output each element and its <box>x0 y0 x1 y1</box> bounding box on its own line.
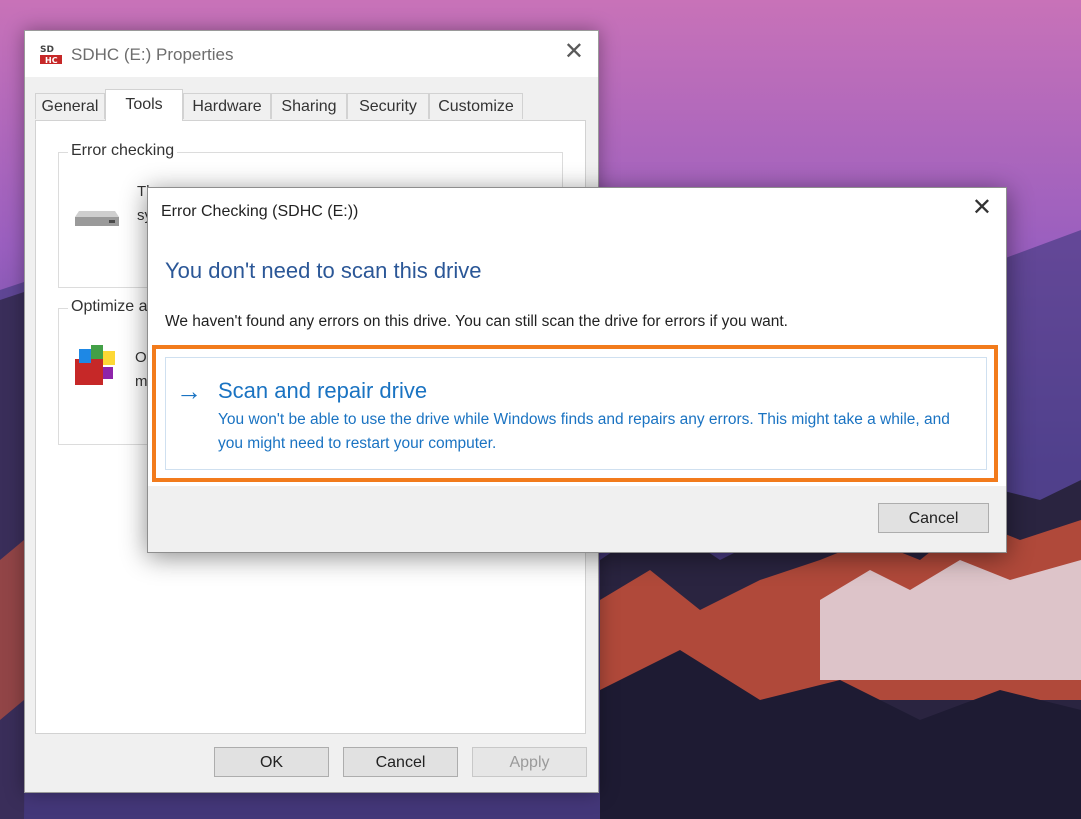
cancel-button[interactable]: Cancel <box>343 747 458 777</box>
optimize-label: Optimize a <box>68 298 151 316</box>
apply-button[interactable]: Apply <box>472 747 587 777</box>
cancel-button[interactable]: Cancel <box>878 503 989 533</box>
scan-and-repair-description: You won't be able to use the drive while… <box>218 411 950 452</box>
dialog-title: Error Checking (SDHC (E:)) <box>161 203 359 220</box>
arrow-right-icon: → <box>176 376 202 406</box>
scan-and-repair-title: Scan and repair drive <box>218 378 428 403</box>
close-icon[interactable]: ✕ <box>564 40 584 64</box>
optimize-description-line1: O <box>135 349 147 366</box>
tab-security[interactable]: Security <box>347 93 429 119</box>
scan-and-repair-option[interactable]: → Scan and repair drive You won't be abl… <box>165 357 987 470</box>
optimize-description-line2: m <box>135 373 148 390</box>
defragment-icon <box>75 345 115 385</box>
drive-icon <box>75 211 119 226</box>
properties-title-bar[interactable]: SD HC SDHC (E:) Properties ✕ <box>25 31 598 77</box>
tab-general[interactable]: General <box>35 93 105 119</box>
dialog-heading: You don't need to scan this drive <box>165 258 482 283</box>
tab-customize[interactable]: Customize <box>429 93 523 119</box>
ok-button[interactable]: OK <box>214 747 329 777</box>
properties-title: SDHC (E:) Properties <box>71 45 234 64</box>
sdhc-drive-icon: SD HC <box>40 45 62 65</box>
dialog-footer: Cancel <box>148 486 1006 552</box>
tab-hardware[interactable]: Hardware <box>183 93 271 119</box>
tab-sharing[interactable]: Sharing <box>271 93 347 119</box>
svg-text:SD: SD <box>40 45 54 55</box>
tab-tools[interactable]: Tools <box>105 89 183 121</box>
dialog-message: We haven't found any errors on this driv… <box>165 313 788 330</box>
close-icon[interactable]: ✕ <box>972 196 992 220</box>
error-checking-label: Error checking <box>68 142 178 160</box>
error-checking-dialog: Error Checking (SDHC (E:)) ✕ You don't n… <box>147 187 1007 553</box>
svg-text:HC: HC <box>45 56 58 65</box>
